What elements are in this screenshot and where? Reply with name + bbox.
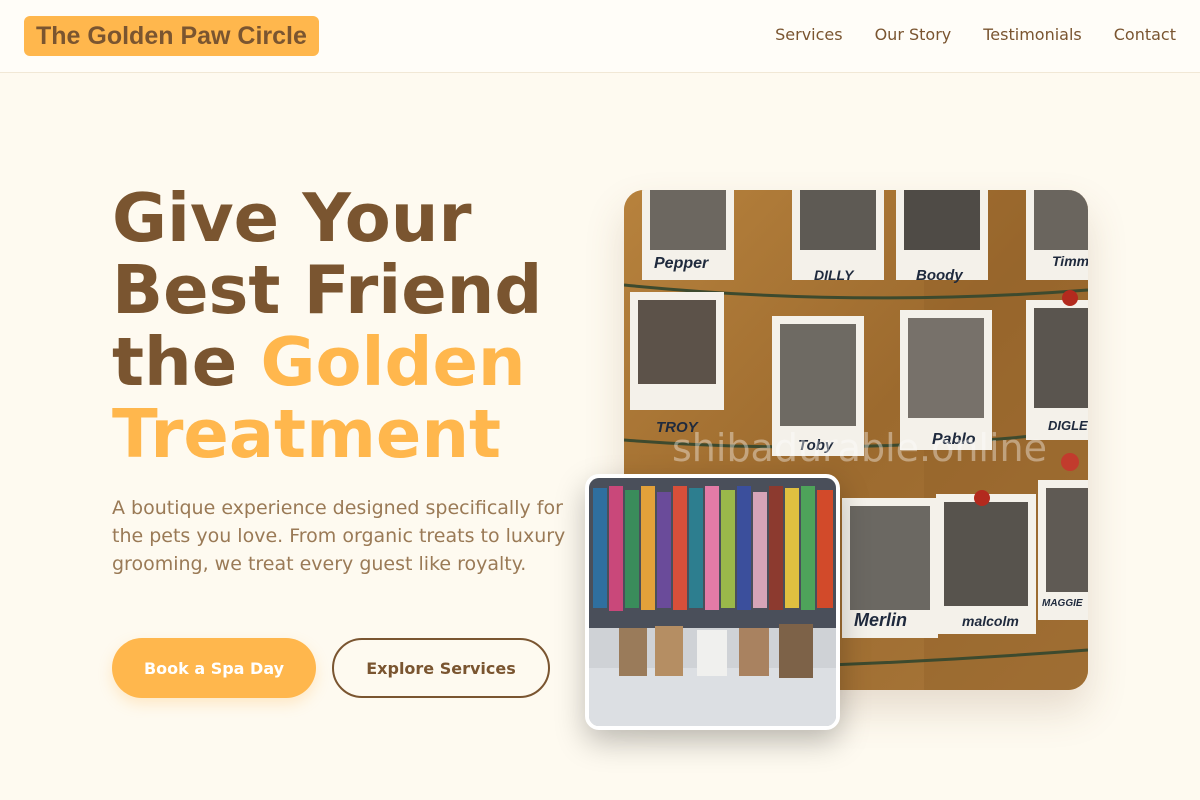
pet-shop-illustration — [589, 478, 836, 726]
polaroid-name-dilly: DILLY — [814, 267, 855, 283]
photo-watermark: shibadurable.online — [672, 426, 1048, 470]
polaroid-name-boody: Boody — [916, 267, 963, 284]
polaroid-name-pepper: Pepper — [654, 255, 709, 272]
nav-link-services[interactable]: Services — [775, 24, 842, 46]
polaroid-name-merlin: Merlin — [854, 610, 907, 630]
explore-services-button[interactable]: Explore Services — [332, 638, 550, 698]
hero-subtitle: A boutique experience designed specifica… — [112, 497, 566, 575]
polaroid-name-digle: DIGLE — [1048, 418, 1088, 433]
main-nav: Services Our Story Testimonials Contact — [775, 24, 1176, 46]
hanging-clothes — [593, 486, 833, 611]
top-navigation-bar: The Golden Paw Circle Services Our Story… — [0, 0, 1200, 73]
hero-title: Give Your Best Friend the Golden Treatme… — [112, 182, 612, 470]
nav-link-our-story[interactable]: Our Story — [875, 24, 952, 46]
nav-link-contact[interactable]: Contact — [1114, 24, 1176, 46]
nav-link-testimonials[interactable]: Testimonials — [983, 24, 1082, 46]
hero-title-line-2: Best Friend — [112, 251, 543, 329]
brand-logo[interactable]: The Golden Paw Circle — [24, 16, 319, 56]
hero-title-line-3: the — [112, 323, 238, 401]
hero-title-line-1: Give Your — [112, 179, 472, 257]
polaroid-name-malcolm: malcolm — [962, 613, 1019, 629]
hero-secondary-photo — [585, 474, 840, 730]
polaroid-name-timm: Timm — [1052, 253, 1088, 269]
book-spa-day-button[interactable]: Book a Spa Day — [112, 638, 316, 698]
hero-title-accent-golden: Golden — [260, 323, 526, 401]
polaroid-name-maggie: MAGGIE — [1042, 598, 1083, 609]
hero-title-accent-treatment: Treatment — [112, 395, 502, 473]
